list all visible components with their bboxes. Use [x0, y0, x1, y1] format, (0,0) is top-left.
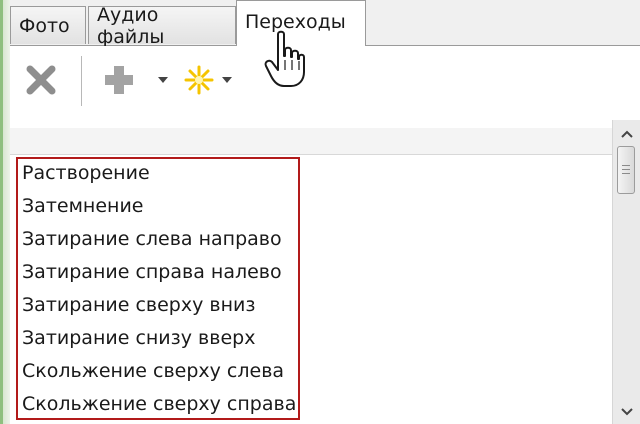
add-transition-button[interactable] — [102, 62, 182, 98]
toolbar-separator — [81, 56, 82, 106]
tab-photo-label: Фото — [19, 14, 70, 37]
list-item[interactable]: Скольжение сверху справа — [22, 391, 312, 424]
chevron-down-icon — [620, 408, 633, 416]
delete-button[interactable] — [24, 62, 64, 98]
thumb-grip — [622, 165, 630, 166]
left-panel-edge — [0, 0, 10, 424]
thumb-grip — [622, 169, 630, 170]
transitions-list-panel: Растворение Затемнение Затирание слева н… — [10, 120, 612, 424]
plus-icon — [105, 66, 133, 94]
list-item[interactable]: Затирание снизу вверх — [22, 325, 312, 358]
list-header — [10, 128, 612, 155]
sparkle-icon — [184, 65, 214, 95]
list-item[interactable]: Затирание слева направо — [22, 226, 312, 259]
tab-photo[interactable]: Фото — [10, 6, 86, 44]
toolbar — [10, 46, 640, 120]
hand-cursor-icon — [264, 30, 305, 87]
list-item[interactable]: Скольжение сверху слева — [22, 358, 312, 391]
list-item[interactable]: Растворение — [22, 160, 312, 193]
transitions-list: Растворение Затемнение Затирание слева н… — [22, 160, 312, 424]
effect-dropdown-arrow-icon[interactable] — [222, 77, 232, 83]
tab-audio-files-label: Аудио файлы — [97, 3, 165, 48]
vertical-scrollbar[interactable] — [612, 120, 640, 424]
scrollbar-thumb[interactable] — [617, 146, 635, 194]
scroll-up-button[interactable] — [613, 124, 640, 144]
delete-x-icon — [26, 65, 56, 95]
scroll-down-button[interactable] — [613, 402, 640, 422]
list-item[interactable]: Затирание сверху вниз — [22, 292, 312, 325]
list-item[interactable]: Затирание справа налево — [22, 259, 312, 292]
effect-button[interactable] — [182, 62, 244, 98]
add-dropdown-arrow-icon[interactable] — [158, 77, 168, 83]
list-item[interactable]: Затемнение — [22, 193, 312, 226]
tab-audio-files[interactable]: Аудио файлы — [88, 4, 236, 48]
thumb-grip — [622, 173, 630, 174]
chevron-up-icon — [620, 130, 633, 138]
tab-bar: Фото Аудио файлы Переходы — [10, 0, 640, 48]
